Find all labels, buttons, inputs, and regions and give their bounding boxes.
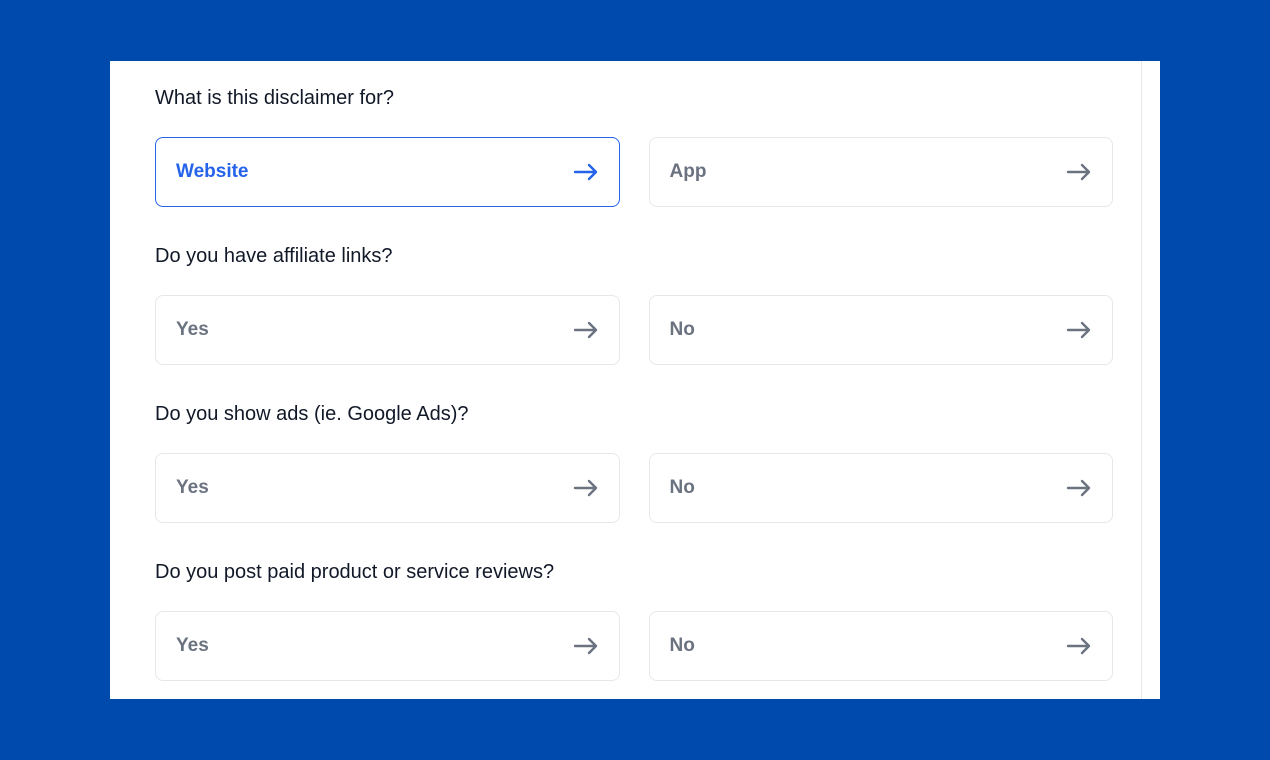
- option-label: No: [669, 319, 695, 340]
- option-group: Yes No: [155, 295, 1113, 365]
- question-list: What is this disclaimer for? Website App…: [155, 83, 1113, 699]
- question-text: Do you have affiliate links?: [155, 245, 393, 267]
- question-affiliate-links: Do you have affiliate links? Yes No: [155, 241, 1113, 365]
- option-yes-button[interactable]: Yes: [155, 453, 620, 523]
- scrollbar-track[interactable]: [1141, 61, 1142, 699]
- option-group: Website App: [155, 137, 1113, 207]
- option-label: Yes: [176, 319, 209, 340]
- question-text: Do you post paid product or service revi…: [155, 561, 555, 583]
- option-yes-button[interactable]: Yes: [155, 611, 620, 681]
- option-label: No: [669, 477, 695, 498]
- arrow-right-icon: [1066, 321, 1092, 339]
- option-no-button[interactable]: No: [648, 453, 1113, 523]
- option-label: Yes: [176, 635, 209, 656]
- option-group: Yes No: [155, 453, 1113, 523]
- option-label: App: [669, 161, 707, 182]
- question-text: Do you show ads (ie. Google Ads)?: [155, 403, 469, 425]
- arrow-right-icon: [1066, 479, 1092, 497]
- arrow-right-icon: [1066, 637, 1092, 655]
- question-show-ads: Do you show ads (ie. Google Ads)? Yes No: [155, 399, 1113, 523]
- question-text: What is this disclaimer for?: [155, 87, 394, 109]
- option-app-button[interactable]: App: [648, 137, 1113, 207]
- arrow-right-icon: [573, 163, 599, 181]
- arrow-right-icon: [1066, 163, 1092, 181]
- arrow-right-icon: [573, 321, 599, 339]
- option-no-button[interactable]: No: [648, 295, 1113, 365]
- option-label: No: [669, 635, 695, 656]
- arrow-right-icon: [573, 479, 599, 497]
- option-website-button[interactable]: Website: [155, 137, 620, 207]
- question-paid-reviews: Do you post paid product or service revi…: [155, 557, 1113, 681]
- option-label: Yes: [176, 477, 209, 498]
- option-label: Website: [176, 161, 249, 182]
- option-no-button[interactable]: No: [648, 611, 1113, 681]
- arrow-right-icon: [573, 637, 599, 655]
- question-disclaimer-for: What is this disclaimer for? Website App: [155, 83, 1113, 207]
- form-panel: What is this disclaimer for? Website App…: [110, 61, 1160, 699]
- option-yes-button[interactable]: Yes: [155, 295, 620, 365]
- option-group: Yes No: [155, 611, 1113, 681]
